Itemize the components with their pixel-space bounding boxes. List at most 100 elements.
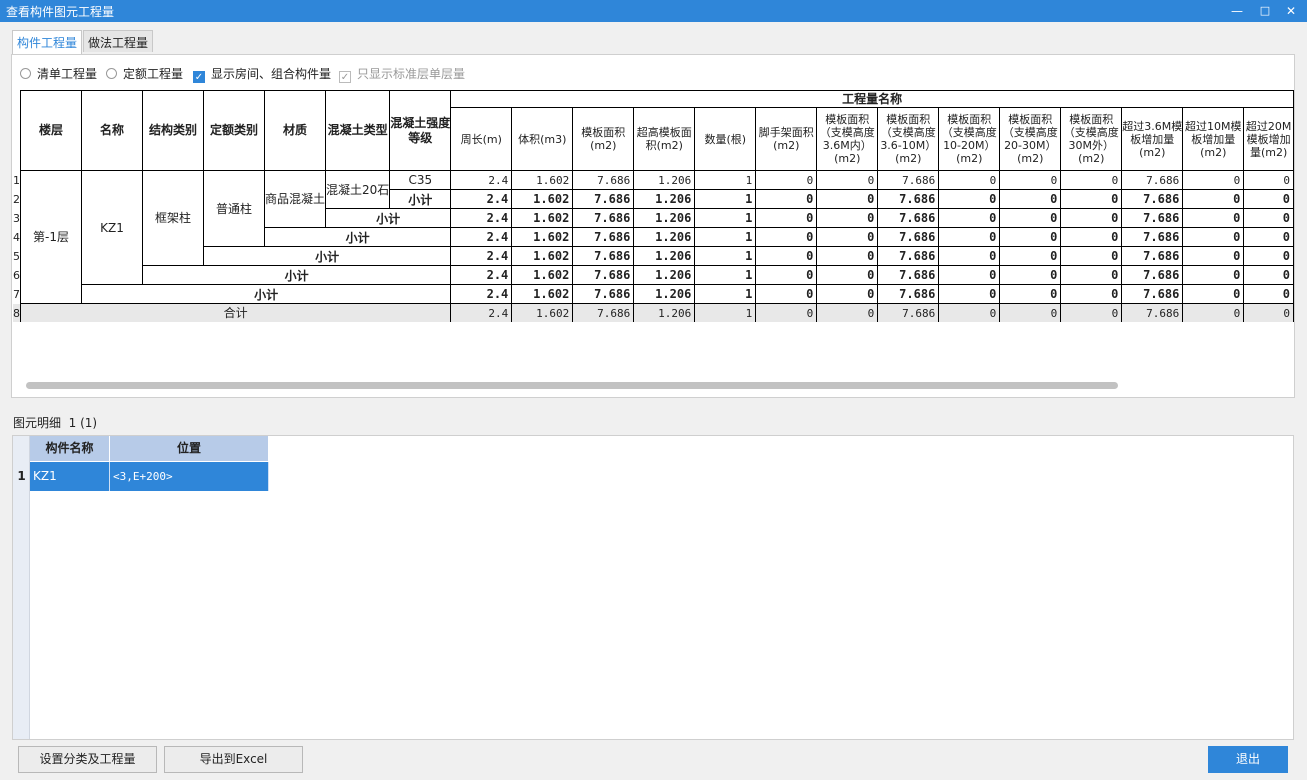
quota-qty-radio[interactable]: 定额工程量 bbox=[106, 66, 183, 82]
quota-cell: 普通柱 bbox=[203, 170, 265, 247]
value-cell: 0 bbox=[816, 189, 879, 209]
detail-count: 1 (1) bbox=[68, 416, 98, 430]
value-cell: 7.686 bbox=[1121, 246, 1184, 266]
value-cell: 7.686 bbox=[572, 284, 635, 304]
export-excel-button[interactable]: 导出到Excel bbox=[164, 746, 303, 773]
value-cell: 0 bbox=[1060, 208, 1123, 228]
value-cell: 0 bbox=[1182, 284, 1245, 304]
quantity-grid[interactable]: 楼层 名称 结构类别 定额类别 材质 混凝土类型 混凝土强度等级 工程量名称 周… bbox=[13, 90, 1294, 322]
value-cell: 0 bbox=[755, 189, 818, 209]
value-cell: 1.206 bbox=[633, 246, 696, 266]
name-header: 名称 bbox=[81, 90, 143, 171]
detail-position[interactable]: <3,E+200> bbox=[110, 462, 269, 491]
value-cell: 0 bbox=[938, 208, 1001, 228]
exit-button[interactable]: 退出 bbox=[1208, 746, 1288, 773]
window-title: 查看构件图元工程量 bbox=[6, 5, 115, 19]
value-cell: 0 bbox=[1182, 208, 1245, 228]
table-row[interactable]: 5 小计 2.4 1.602 7.686 1.206 1 0 0 7.686 0 0 0 7.686 0… bbox=[13, 246, 1294, 266]
qty-col-header: 超过10M模板增加量(m2) bbox=[1182, 107, 1245, 171]
value-cell: 1 bbox=[694, 246, 757, 266]
value-cell: 0 bbox=[816, 265, 879, 285]
value-cell: 1 bbox=[694, 227, 757, 247]
show-room-checkbox[interactable]: ✓ 显示房间、组合构件量 bbox=[193, 66, 331, 83]
value-cell: 1.206 bbox=[633, 170, 696, 190]
material-header: 材质 bbox=[263, 90, 327, 171]
value-cell: 7.686 bbox=[1121, 170, 1184, 190]
value-cell: 1.602 bbox=[511, 265, 574, 285]
value-cell: 7.686 bbox=[877, 227, 940, 247]
value-cell: 1.602 bbox=[511, 208, 574, 228]
value-cell: 1 bbox=[694, 170, 757, 190]
qty-col-header: 模板面积（支模高度3.6M内）(m2) bbox=[816, 107, 879, 171]
qty-col-header: 模板面积（支模高度30M外）(m2) bbox=[1060, 107, 1123, 171]
qty-col-header: 数量(根) bbox=[694, 107, 757, 171]
value-cell: 0 bbox=[755, 303, 818, 322]
value-cell: 0 bbox=[755, 246, 818, 266]
component-qty-panel: 清单工程量 定额工程量 ✓ 显示房间、组合构件量 ✓ 只显示标准层单层量 楼层 名称… bbox=[11, 54, 1295, 398]
value-cell: 0 bbox=[1060, 265, 1123, 285]
value-cell: 0 bbox=[1243, 189, 1294, 209]
row-number: 1 bbox=[13, 170, 21, 190]
maximize-icon[interactable]: □ bbox=[1254, 2, 1276, 20]
grade-header: 混凝土强度等级 bbox=[389, 90, 452, 171]
value-cell: 7.686 bbox=[572, 189, 635, 209]
value-cell: 0 bbox=[1182, 265, 1245, 285]
subtotal-cell: 小计 bbox=[141, 265, 452, 285]
value-cell: 7.686 bbox=[877, 170, 940, 190]
value-cell: 0 bbox=[755, 284, 818, 304]
quota-header: 定额类别 bbox=[203, 90, 265, 171]
value-cell: 0 bbox=[999, 170, 1062, 190]
value-cell: 0 bbox=[999, 208, 1062, 228]
struct-header: 结构类别 bbox=[142, 90, 204, 171]
value-cell: 2.4 bbox=[450, 208, 513, 228]
row-number: 5 bbox=[13, 246, 21, 266]
table-row[interactable]: 8 合计 2.4 1.602 7.686 1.206 1 0 0 7.686 0 0 0 7.686 0… bbox=[13, 303, 1294, 322]
value-cell: 1.602 bbox=[511, 227, 574, 247]
list-qty-radio[interactable]: 清单工程量 bbox=[20, 66, 97, 82]
minimize-icon[interactable]: — bbox=[1226, 2, 1248, 20]
value-cell: 7.686 bbox=[572, 265, 635, 285]
value-cell: 0 bbox=[938, 265, 1001, 285]
value-cell: 7.686 bbox=[877, 284, 940, 304]
row-number: 6 bbox=[13, 265, 21, 285]
value-cell: 0 bbox=[938, 284, 1001, 304]
value-cell: 0 bbox=[1243, 208, 1294, 228]
concrete-header: 混凝土类型 bbox=[325, 90, 391, 171]
detail-component-name[interactable]: KZ1 bbox=[30, 462, 110, 491]
table-row[interactable]: 6 小计 2.4 1.602 7.686 1.206 1 0 0 7.686 0 0 0 7.686 0… bbox=[13, 265, 1294, 285]
set-category-button[interactable]: 设置分类及工程量 bbox=[18, 746, 157, 773]
detail-grid[interactable]: 构件名称 位置 1 KZ1 <3,E+200> bbox=[12, 435, 1294, 740]
value-cell: 0 bbox=[1243, 265, 1294, 285]
value-cell: 0 bbox=[755, 227, 818, 247]
value-cell: 0 bbox=[938, 189, 1001, 209]
std-floor-only-checkbox: ✓ 只显示标准层单层量 bbox=[339, 67, 466, 83]
qty-col-header: 模板面积(m2) bbox=[572, 107, 635, 171]
value-cell: 7.686 bbox=[572, 227, 635, 247]
value-cell: 1.602 bbox=[511, 246, 574, 266]
quantity-table: 楼层 名称 结构类别 定额类别 材质 混凝土类型 混凝土强度等级 工程量名称 周… bbox=[13, 90, 1294, 322]
row-number-header bbox=[13, 90, 21, 171]
value-cell: 0 bbox=[755, 170, 818, 190]
tab-component-qty[interactable]: 构件工程量 bbox=[12, 30, 82, 54]
value-cell: 0 bbox=[1060, 170, 1123, 190]
value-cell: 1.206 bbox=[633, 208, 696, 228]
value-cell: 7.686 bbox=[877, 208, 940, 228]
component-name-header[interactable]: 构件名称 bbox=[30, 436, 110, 461]
qty-col-header: 超高模板面积(m2) bbox=[633, 107, 696, 171]
value-cell: 0 bbox=[755, 265, 818, 285]
value-cell: 0 bbox=[1243, 227, 1294, 247]
checkmark-icon: ✓ bbox=[193, 71, 205, 83]
qty-col-header: 模板面积（支模高度10-20M）(m2) bbox=[938, 107, 1001, 171]
close-icon[interactable]: ✕ bbox=[1280, 2, 1302, 20]
position-header[interactable]: 位置 bbox=[110, 436, 269, 461]
table-row[interactable]: 7 小计 2.4 1.602 7.686 1.206 1 0 0 7.686 0 0 0 7.686 0… bbox=[13, 284, 1294, 304]
row-number: 8 bbox=[13, 303, 21, 322]
value-cell: 0 bbox=[1182, 170, 1245, 190]
value-cell: 0 bbox=[755, 208, 818, 228]
table-row[interactable]: 1 第-1层 KZ1 框架柱 普通柱 商品混凝土 混凝土20石 C35 2.4 1… bbox=[13, 170, 1294, 304]
horizontal-scrollbar[interactable] bbox=[26, 382, 1118, 389]
tab-method-qty[interactable]: 做法工程量 bbox=[83, 30, 153, 52]
struct-cell: 框架柱 bbox=[142, 170, 204, 266]
value-cell: 0 bbox=[938, 246, 1001, 266]
value-cell: 0 bbox=[999, 265, 1062, 285]
